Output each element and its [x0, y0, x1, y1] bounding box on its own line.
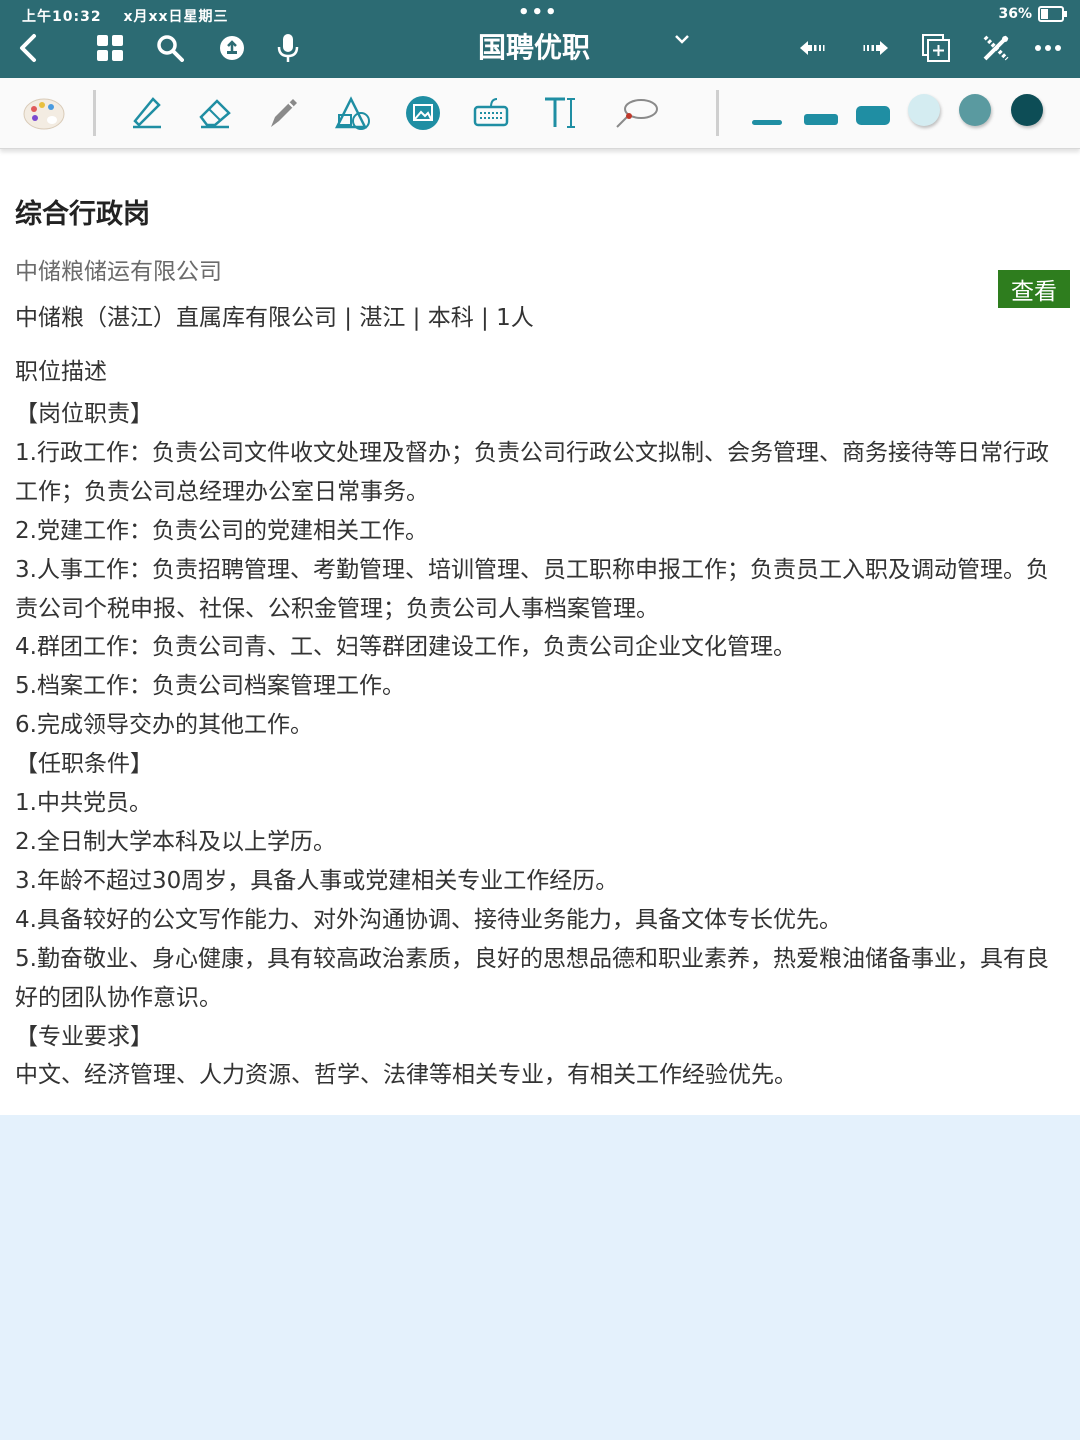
search-icon[interactable]	[152, 30, 188, 66]
toolbar-divider	[716, 90, 719, 136]
company-name: 中储粮储运有限公司	[15, 259, 222, 285]
keyboard-icon[interactable]	[466, 88, 516, 138]
arrow-right-icon[interactable]	[856, 30, 892, 66]
description-line: 中文、经济管理、人力资源、哲学、法律等相关专业，有相关工作经验优先。	[15, 1062, 797, 1089]
shapes-icon[interactable]	[328, 88, 378, 138]
battery-percent: 36%	[998, 6, 1032, 22]
job-description: 【岗位职责】 1.行政工作：负责公司文件收文处理及督办；负责公司行政公文拟制、会务…	[15, 395, 1065, 1095]
description-line: 【岗位职责】	[15, 401, 153, 427]
drawing-toolbar	[0, 78, 1080, 149]
description-line: 【任职条件】	[15, 751, 153, 778]
app-title[interactable]: 国聘优职	[478, 26, 590, 66]
description-line: 【专业要求】	[15, 1023, 153, 1050]
toolbar-divider	[93, 90, 96, 136]
pen-icon[interactable]	[258, 88, 308, 138]
more-icon[interactable]	[1030, 30, 1066, 66]
description-line: 2.全日制大学本科及以上学历。	[15, 828, 336, 855]
top-app-bar: 上午10:32 x月xx日星期三 ••• 36% 国聘优职	[0, 0, 1080, 78]
window-handle-dots[interactable]: •••	[518, 2, 559, 23]
add-page-icon[interactable]	[918, 30, 954, 66]
microphone-icon[interactable]	[270, 30, 306, 66]
description-line: 5.档案工作：负责公司档案管理工作。	[15, 673, 405, 700]
eraser-icon[interactable]	[190, 88, 240, 138]
battery-icon	[1038, 6, 1067, 22]
status-date: x月xx日星期三	[123, 9, 229, 25]
text-icon[interactable]	[536, 88, 586, 138]
highlighter-icon[interactable]	[120, 88, 170, 138]
palette-icon[interactable]	[18, 88, 68, 138]
description-line: 4.具备较好的公文写作能力、对外沟通协调、接待业务能力，具备文体专长优先。	[15, 906, 842, 933]
view-button[interactable]: 查看	[998, 270, 1070, 308]
description-line: 2.党建工作：负责公司的党建相关工作。	[15, 517, 428, 544]
arrow-left-icon[interactable]	[796, 30, 832, 66]
apps-grid-icon[interactable]	[92, 30, 128, 66]
color-swatch-dark[interactable]	[1011, 94, 1043, 126]
lasso-icon[interactable]	[612, 88, 662, 138]
description-line: 1.行政工作：负责公司文件收文处理及督办；负责公司行政公文拟制、会务管理、商务接…	[15, 439, 1049, 505]
description-line: 1.中共党员。	[15, 790, 152, 817]
status-time: 上午10:32	[22, 9, 102, 25]
battery-indicator: 36%	[998, 6, 1067, 22]
description-line: 5.勤奋敬业、身心健康，具有较高政治素质，良好的思想品德和职业素养，热爱粮油储备…	[15, 945, 1049, 1011]
job-title: 综合行政岗	[15, 199, 150, 230]
description-line: 4.群团工作：负责公司青、工、妇等群团建设工作，负责公司企业文化管理。	[15, 634, 796, 661]
line-width-medium[interactable]	[804, 114, 838, 125]
description-line: 3.人事工作：负责招聘管理、考勤管理、培训管理、员工职称申报工作；负责员工入职及…	[15, 556, 1049, 622]
status-line: 上午10:32 x月xx日星期三	[22, 6, 245, 26]
color-swatch-medium[interactable]	[959, 94, 991, 126]
description-line: 3.年龄不超过30周岁，具备人事或党建相关专业工作经历。	[15, 867, 619, 894]
line-width-thin[interactable]	[752, 120, 782, 125]
share-icon[interactable]	[214, 30, 250, 66]
back-icon[interactable]	[10, 30, 46, 66]
blank-canvas-area[interactable]	[0, 1115, 1080, 1440]
color-swatch-light[interactable]	[908, 94, 940, 126]
image-icon[interactable]	[398, 88, 448, 138]
description-label: 职位描述	[15, 359, 107, 385]
line-width-thick[interactable]	[856, 106, 890, 125]
description-line: 6.完成领导交办的其他工作。	[15, 712, 313, 739]
chevron-down-icon[interactable]	[672, 32, 692, 51]
tools-icon[interactable]	[978, 30, 1014, 66]
job-info: 中储粮（湛江）直属库有限公司 | 湛江 | 本科 | 1人	[15, 305, 534, 331]
